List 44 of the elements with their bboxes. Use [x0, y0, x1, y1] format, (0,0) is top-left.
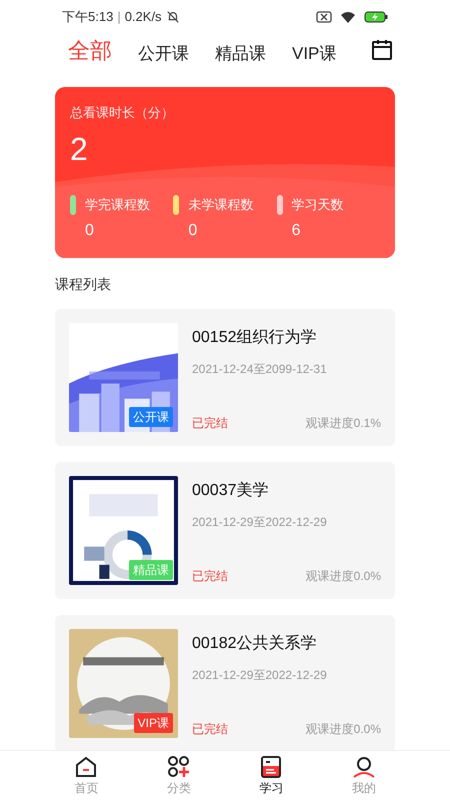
home-icon [74, 754, 98, 778]
category-icon [166, 754, 191, 778]
course-status: 已完结 [192, 721, 228, 738]
course-card[interactable]: 公开课 00152组织行为学 2021-12-24至2099-12-31 已完结 观课进度0.1% [55, 309, 395, 446]
stat-value: 0 [188, 220, 198, 240]
course-card[interactable]: 精品课 00037美学 2021-12-29至2022-12-29 已完结 观课进度0.0% [55, 462, 395, 599]
stat-label: 学完课程数 [85, 196, 150, 214]
course-dates: 2021-12-29至2022-12-29 [192, 667, 328, 684]
status-separator: | [117, 8, 121, 26]
mute-bell-icon [166, 10, 180, 24]
stat-value: 0 [85, 220, 95, 240]
nav-tab[interactable]: 学习 [225, 751, 318, 800]
watch-percent-text: 观课进度0.1% [306, 415, 381, 432]
wifi-icon [340, 11, 356, 23]
watch-percent-text: 观课进度0.0% [306, 721, 381, 738]
sim-icon [316, 11, 332, 23]
stat-label: 学习天数 [292, 196, 344, 214]
profile-icon [352, 754, 376, 778]
network-speed: 0.2K/s [124, 8, 162, 26]
course-type-badge: 公开课 [129, 407, 173, 427]
stat-label: 未学课程数 [188, 196, 254, 214]
course-type-badge: 精品课 [129, 560, 173, 580]
course-status: 已完结 [192, 568, 228, 585]
summary-title: 总看课时长（分） [70, 104, 175, 122]
watch-percent-text: 观课进度0.0% [306, 568, 381, 585]
category-tab[interactable]: 全部 [68, 34, 112, 66]
category-tab[interactable]: VIP课 [292, 41, 336, 66]
course-title: 00037美学 [192, 480, 270, 501]
category-tab[interactable]: 精品课 [215, 41, 266, 66]
summary-value: 2 [70, 132, 89, 164]
category-tab[interactable]: 公开课 [138, 41, 189, 66]
course-card[interactable]: VIP课 00182公共关系学 2021-12-29至2022-12-29 已完结 观课进度0.0% [55, 615, 395, 750]
course-dates: 2021-12-24至2099-12-31 [192, 361, 328, 378]
course-type-badge: VIP课 [134, 713, 173, 733]
status-time: 下午5:13 [62, 8, 114, 26]
course-dates: 2021-12-29至2022-12-29 [192, 514, 328, 531]
section-title: 课程列表 [55, 275, 112, 294]
battery-icon [364, 11, 388, 23]
course-status: 已完结 [192, 415, 228, 432]
calendar-icon[interactable] [370, 38, 394, 62]
stat-value: 6 [292, 220, 302, 240]
course-title: 00182公共关系学 [192, 634, 318, 654]
course-title: 00152组织行为学 [192, 328, 318, 348]
study-icon [259, 754, 284, 778]
